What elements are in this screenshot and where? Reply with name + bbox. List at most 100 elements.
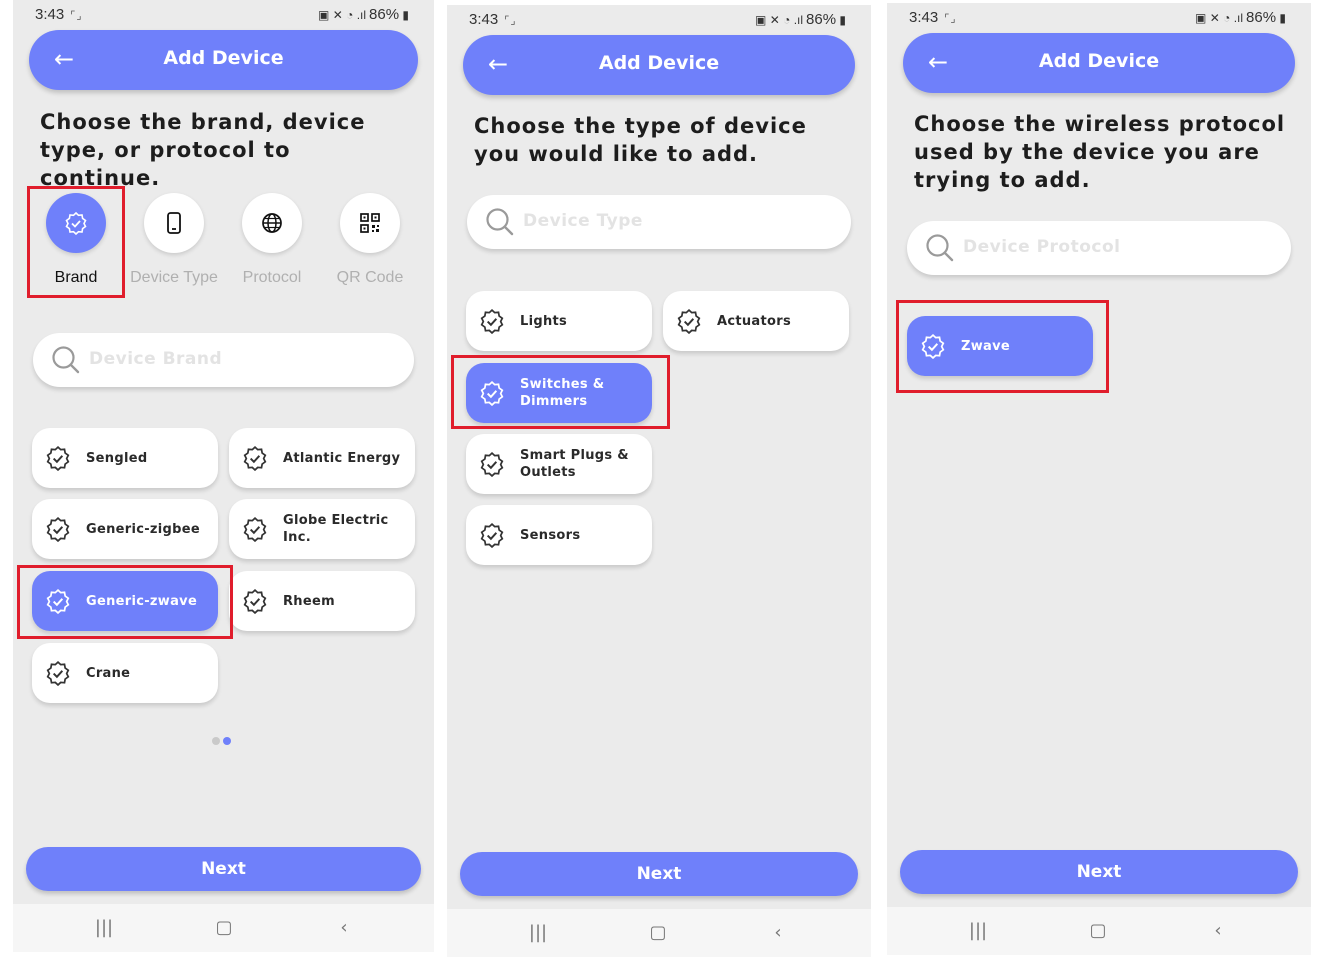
type-card-sensors[interactable]: Sensors (466, 505, 652, 565)
instruction-heading: Choose the wireless protocol used by the… (914, 112, 1286, 192)
phone-icon (167, 212, 181, 234)
badge-check-icon (46, 660, 70, 686)
home-icon[interactable]: ▢ (1083, 917, 1113, 945)
battery-percent: 86% (1246, 9, 1277, 26)
qr-method-circle[interactable] (340, 193, 400, 253)
qr-code-icon (360, 213, 380, 233)
page-indicator[interactable] (212, 730, 234, 749)
status-time: 3:43 ⌜⌟ (909, 9, 957, 26)
type-card-lights[interactable]: Lights (466, 291, 652, 351)
search-icon (52, 346, 80, 374)
protocol-method-circle[interactable] (242, 193, 302, 253)
method-protocol[interactable]: Protocol (241, 193, 303, 287)
instruction-heading: Choose the brand, device type, or protoc… (40, 110, 366, 190)
status-icons: ▣ ✕ ◔ .ıl 86% ▮ (318, 6, 409, 23)
type-search-input[interactable]: Device Type (467, 195, 851, 249)
system-nav-bar: ||| ▢ ‹ (447, 909, 871, 957)
badge-check-icon (480, 522, 504, 548)
highlight-box-zwave (896, 300, 1109, 393)
highlight-box-generic-zwave (17, 565, 233, 639)
badge-check-icon (46, 445, 70, 471)
next-button[interactable]: Next (26, 847, 421, 891)
badge-check-icon (480, 308, 504, 334)
status-glyphs-icon: ▣ ✕ ◔ .ıl (318, 8, 367, 22)
brand-card-generic-zigbee[interactable]: Generic-zigbee (32, 499, 218, 559)
method-qr-code[interactable]: QR Code (337, 193, 403, 287)
next-button[interactable]: Next (900, 850, 1298, 894)
app-bar: ← Add Device (903, 33, 1295, 93)
type-label: Sensors (520, 527, 581, 543)
method-label-qr-code: QR Code (336, 269, 404, 286)
brand-label: Generic-zigbee (86, 521, 200, 537)
recent-apps-icon[interactable]: ||| (523, 919, 553, 947)
battery-percent: 86% (369, 6, 400, 23)
app-bar: ← Add Device (29, 30, 418, 90)
method-device-type[interactable]: Device Type (130, 193, 218, 287)
search-icon (486, 208, 514, 236)
brand-card-sengled[interactable]: Sengled (32, 428, 218, 488)
highlight-box-brand (27, 186, 125, 298)
nav-back-icon[interactable]: ‹ (1203, 917, 1233, 945)
next-button[interactable]: Next (460, 852, 858, 896)
page-title: Add Device (163, 47, 284, 69)
recent-apps-icon[interactable]: ||| (963, 917, 993, 945)
status-bar: 3:43 ⌜⌟ ▣ ✕ ◔ .ıl 86% ▮ (35, 6, 412, 26)
brand-card-globe-electric[interactable]: Globe Electric Inc. (229, 499, 415, 559)
badge-check-icon (243, 445, 267, 471)
brand-label: Sengled (86, 450, 148, 466)
system-nav-bar: ||| ▢ ‹ (887, 907, 1311, 955)
search-icon (926, 234, 954, 262)
battery-percent: 86% (806, 11, 837, 28)
type-label: Actuators (717, 313, 792, 329)
type-card-actuators[interactable]: Actuators (663, 291, 849, 351)
type-label: Lights (520, 313, 568, 329)
page-title: Add Device (598, 52, 720, 74)
brand-label: Atlantic Energy (283, 450, 401, 466)
status-glyphs-icon: ▣ ✕ ◔ .ıl (1195, 11, 1244, 25)
status-icons: ▣ ✕ ◔ .ıl 86% ▮ (1195, 9, 1286, 26)
recent-apps-icon[interactable]: ||| (89, 914, 119, 942)
app-bar: ← Add Device (463, 35, 855, 95)
type-card-smart-plugs[interactable]: Smart Plugs & Outlets (466, 434, 652, 494)
badge-check-icon (243, 516, 267, 542)
system-nav-bar: ||| ▢ ‹ (13, 904, 434, 952)
search-placeholder: Device Type (523, 211, 643, 231)
search-placeholder: Device Brand (89, 349, 223, 369)
status-time: 3:43 ⌜⌟ (469, 11, 517, 28)
device-type-method-circle[interactable] (144, 193, 204, 253)
brand-card-rheem[interactable]: Rheem (229, 571, 415, 631)
home-icon[interactable]: ▢ (643, 919, 673, 947)
badge-check-icon (46, 516, 70, 542)
type-label: Smart Plugs & Outlets (520, 448, 629, 480)
search-placeholder: Device Protocol (963, 237, 1121, 257)
status-glyphs-icon: ▣ ✕ ◔ .ıl (755, 13, 804, 27)
method-label-protocol: Protocol (242, 269, 302, 286)
brand-label: Globe Electric Inc. (283, 513, 389, 545)
brand-card-crane[interactable]: Crane (32, 643, 218, 703)
brand-search-input[interactable]: Device Brand (33, 333, 414, 387)
page-dot-active[interactable] (223, 737, 231, 745)
globe-icon (262, 213, 282, 233)
brand-label: Rheem (283, 593, 335, 609)
page-dot[interactable] (212, 737, 220, 745)
screen-brand: 3:43 ⌜⌟ ▣ ✕ ◔ .ıl 86% ▮ ← Add Device Choos… (13, 0, 434, 952)
highlight-box-switches-dimmers (451, 355, 670, 429)
badge-check-icon (243, 588, 267, 614)
method-label-device-type: Device Type (130, 269, 218, 286)
home-icon[interactable]: ▢ (209, 914, 239, 942)
status-bar: 3:43 ⌜⌟ ▣ ✕ ◔ .ıl 86% ▮ (909, 9, 1289, 29)
status-time: 3:43 ⌜⌟ (35, 6, 83, 23)
protocol-search-input[interactable]: Device Protocol (907, 221, 1291, 275)
status-icons: ▣ ✕ ◔ .ıl 86% ▮ (755, 11, 846, 28)
screen-protocol: 3:43 ⌜⌟ ▣ ✕ ◔ .ıl 86% ▮ ← Add Device Choos… (887, 3, 1311, 955)
instruction-heading: Choose the type of device you would like… (474, 114, 807, 166)
badge-check-icon (677, 308, 701, 334)
brand-label: Crane (86, 665, 131, 681)
status-bar: 3:43 ⌜⌟ ▣ ✕ ◔ .ıl 86% ▮ (469, 11, 849, 31)
badge-check-icon (480, 451, 504, 477)
screen-device-type: 3:43 ⌜⌟ ▣ ✕ ◔ .ıl 86% ▮ ← Add Device Choos… (447, 5, 871, 957)
brand-card-atlantic-energy[interactable]: Atlantic Energy (229, 428, 415, 488)
page-title: Add Device (1038, 50, 1160, 72)
nav-back-icon[interactable]: ‹ (329, 914, 359, 942)
nav-back-icon[interactable]: ‹ (763, 919, 793, 947)
